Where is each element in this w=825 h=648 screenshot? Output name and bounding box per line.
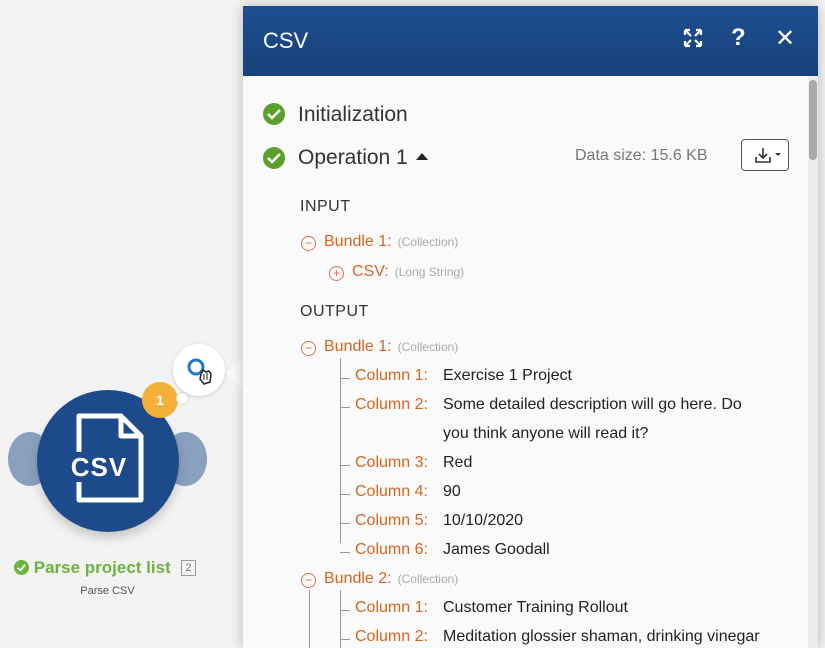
operation-toggle[interactable]: Operation 1 bbox=[298, 146, 428, 170]
inspect-bubble[interactable] bbox=[173, 344, 225, 396]
field-key: Column 3: bbox=[355, 454, 428, 471]
field-key: Column 2: bbox=[355, 628, 428, 645]
field-value: 10/10/2020 bbox=[443, 512, 524, 529]
operations-badge[interactable]: 1 bbox=[142, 382, 178, 418]
field-value: Some detailed description will go here. … bbox=[443, 396, 742, 413]
download-icon bbox=[755, 148, 781, 163]
bundle-label: Bundle 2: bbox=[324, 570, 392, 587]
csv-icon-label: CSV bbox=[63, 452, 135, 482]
module-name-label: Parse project list bbox=[33, 558, 171, 577]
tree-branch bbox=[340, 378, 350, 379]
input-bundle-1[interactable]: − Bundle 1: (Collection) bbox=[301, 233, 458, 251]
caret-up-icon bbox=[415, 153, 428, 160]
bundle-label: Bundle 1: bbox=[324, 338, 392, 355]
check-icon bbox=[263, 147, 285, 169]
tree-line bbox=[309, 590, 310, 648]
badge-dot bbox=[176, 392, 189, 405]
tree-branch bbox=[340, 407, 350, 408]
output-field[interactable]: Column 5: 10/10/2020 bbox=[355, 512, 523, 530]
type-hint: (Long String) bbox=[394, 265, 465, 279]
scrollbar[interactable] bbox=[808, 76, 818, 648]
field-value: Meditation glossier shaman, drinking vin… bbox=[443, 628, 760, 645]
scrollbar-thumb[interactable] bbox=[809, 80, 817, 160]
tree-branch bbox=[340, 523, 350, 524]
tree-branch bbox=[340, 465, 350, 466]
operation-label: Operation 1 bbox=[298, 146, 408, 169]
tree-branch bbox=[340, 494, 350, 495]
field-key: CSV: bbox=[352, 263, 389, 280]
panel-pointer bbox=[226, 355, 244, 391]
help-button[interactable]: ? bbox=[731, 24, 746, 52]
output-field[interactable]: Column 3: Red bbox=[355, 454, 472, 472]
expand-icon bbox=[683, 28, 703, 48]
inspector-panel: CSV ? ✕ Initialization Operation 1 Data … bbox=[243, 6, 818, 648]
expand-plus-icon: + bbox=[329, 266, 344, 281]
output-bundle-2[interactable]: − Bundle 2: (Collection) bbox=[301, 570, 458, 588]
output-heading: OUTPUT bbox=[300, 303, 369, 320]
panel-title: CSV bbox=[263, 28, 309, 53]
module-number: 2 bbox=[181, 560, 196, 576]
tree-line bbox=[340, 358, 341, 543]
field-value: 90 bbox=[443, 483, 461, 500]
input-csv-field[interactable]: + CSV: (Long String) bbox=[329, 263, 464, 281]
output-field[interactable]: Column 1: Customer Training Rollout bbox=[355, 599, 628, 617]
field-key: Column 4: bbox=[355, 483, 428, 500]
collapse-icon: − bbox=[301, 573, 316, 588]
download-dropdown-button[interactable] bbox=[741, 139, 789, 171]
field-value: Exercise 1 Project bbox=[443, 367, 572, 384]
type-hint: (Collection) bbox=[397, 340, 459, 354]
output-field[interactable]: Column 2: Meditation glossier shaman, dri… bbox=[355, 628, 760, 646]
output-bundle-1[interactable]: − Bundle 1: (Collection) bbox=[301, 338, 458, 356]
output-field[interactable]: Column 6: James Goodall bbox=[355, 541, 550, 559]
field-value: James Goodall bbox=[443, 541, 550, 558]
field-value: Red bbox=[443, 454, 473, 471]
output-field[interactable]: Column 1: Exercise 1 Project bbox=[355, 367, 572, 385]
panel-content: Initialization Operation 1 Data size: 15… bbox=[243, 76, 808, 648]
data-size: Data size: 15.6 KB bbox=[575, 147, 708, 164]
check-circle-icon bbox=[14, 560, 29, 575]
tree-branch bbox=[340, 639, 350, 640]
output-field[interactable]: Column 4: 90 bbox=[355, 483, 461, 501]
initialization-label: Initialization bbox=[298, 103, 408, 126]
module-name[interactable]: Parse project list 2 bbox=[14, 558, 214, 578]
module-subtitle: Parse CSV bbox=[80, 585, 135, 597]
input-heading: INPUT bbox=[300, 198, 351, 215]
tree-branch bbox=[340, 552, 350, 553]
field-key: Column 5: bbox=[355, 512, 428, 529]
magnifier-icon bbox=[187, 358, 212, 385]
bundle-label: Bundle 1: bbox=[324, 233, 392, 250]
collapse-icon: − bbox=[301, 341, 316, 356]
panel-header: CSV ? ✕ bbox=[243, 6, 818, 76]
expand-button[interactable] bbox=[683, 28, 703, 53]
field-key: Column 2: bbox=[355, 396, 428, 413]
field-key: Column 1: bbox=[355, 367, 428, 384]
close-button[interactable]: ✕ bbox=[775, 24, 795, 53]
field-key: Column 6: bbox=[355, 541, 428, 558]
type-hint: (Collection) bbox=[397, 235, 459, 249]
field-key: Column 1: bbox=[355, 599, 428, 616]
tree-branch bbox=[340, 610, 350, 611]
type-hint: (Collection) bbox=[397, 572, 459, 586]
field-value: Customer Training Rollout bbox=[443, 599, 628, 616]
output-field[interactable]: Column 2: Some detailed description will … bbox=[355, 396, 742, 414]
check-icon bbox=[263, 103, 285, 125]
collapse-icon: − bbox=[301, 236, 316, 251]
field-value-continuation: you think anyone will read it? bbox=[443, 425, 649, 442]
